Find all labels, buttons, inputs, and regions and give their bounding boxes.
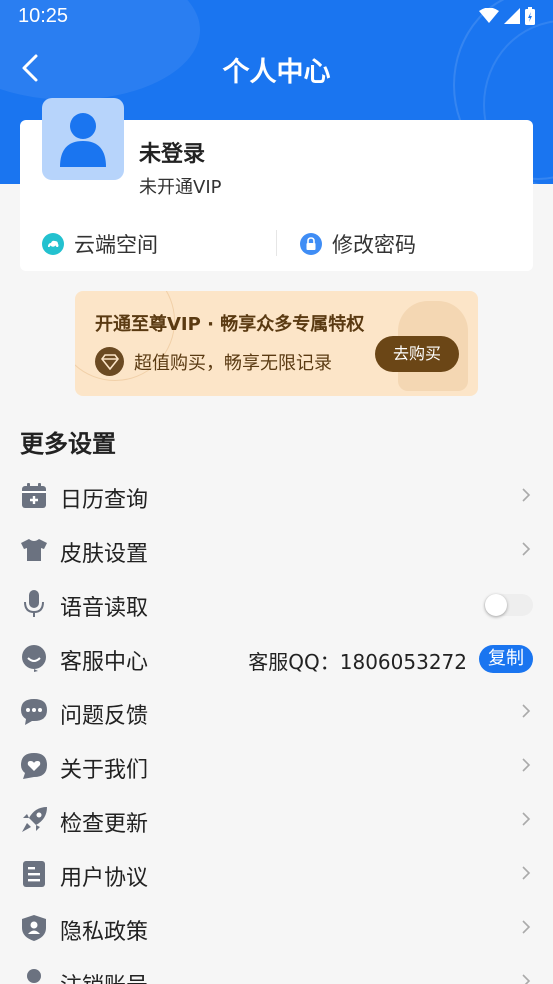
toggle-knob <box>485 594 507 616</box>
battery-icon <box>525 7 535 25</box>
user-icon <box>60 113 106 167</box>
avatar[interactable] <box>42 98 124 180</box>
status-bar: 10:25 <box>0 0 553 34</box>
vip-banner-title: 开通至尊VIP · 畅享众多专属特权 <box>95 314 365 335</box>
change-password-label: 修改密码 <box>332 233 416 257</box>
wifi-icon <box>479 8 499 23</box>
menu-item-label: 用户协议 <box>60 866 149 891</box>
menu-item-label: 日历查询 <box>60 488 149 513</box>
signal-icon <box>504 8 520 24</box>
menu-item-label: 注销账号 <box>60 968 148 984</box>
menu-item-label: 客服中心 <box>60 650 149 675</box>
menu-item-label: 问题反馈 <box>60 704 149 729</box>
menu-item-check-update[interactable]: 检查更新 <box>0 794 553 848</box>
menu-item-user-agreement[interactable]: 用户协议 <box>0 848 553 902</box>
agreement-icon <box>20 860 48 888</box>
login-status[interactable]: 未登录 <box>139 136 205 168</box>
card-divider <box>276 230 277 256</box>
vip-status: 未开通VIP <box>139 177 222 198</box>
menu-item-about[interactable]: 关于我们 <box>0 740 553 794</box>
cloud-space-button[interactable]: 云端空间 <box>42 228 158 260</box>
privacy-shield-icon <box>20 914 48 942</box>
vip-banner[interactable]: 开通至尊VIP · 畅享众多专属特权 超值购买，畅享无限记录 去购买 <box>75 291 478 396</box>
cloud-space-label: 云端空间 <box>74 233 158 257</box>
customer-service-icon <box>20 644 48 672</box>
change-password-button[interactable]: 修改密码 <box>300 228 416 260</box>
user-icon <box>20 968 48 984</box>
vip-banner-subtitle-row: 超值购买，畅享无限记录 <box>95 347 332 376</box>
menu-item-delete-account[interactable]: 注销账号 <box>0 956 553 984</box>
menu-item-label: 关于我们 <box>60 758 149 783</box>
menu-item-label: 皮肤设置 <box>60 542 149 567</box>
page-title: 个人中心 <box>222 57 331 88</box>
cloud-icon <box>42 233 64 255</box>
lock-icon <box>300 233 322 255</box>
vip-banner-subtitle: 超值购买，畅享无限记录 <box>134 352 332 374</box>
chevron-right-icon <box>522 812 531 826</box>
menu-item-label: 检查更新 <box>60 812 149 837</box>
menu-item-label: 隐私政策 <box>60 920 149 945</box>
chevron-right-icon <box>522 866 531 880</box>
menu-item-label: 语音读取 <box>60 596 149 621</box>
menu-item-privacy-policy[interactable]: 隐私政策 <box>0 902 553 956</box>
voice-toggle[interactable] <box>484 594 533 616</box>
copy-button[interactable]: 复制 <box>479 645 533 673</box>
feedback-icon <box>20 698 48 726</box>
heart-bubble-icon <box>20 752 48 780</box>
calendar-icon <box>20 482 48 510</box>
chevron-right-icon <box>522 488 531 502</box>
microphone-icon <box>20 590 48 618</box>
menu-item-feedback[interactable]: 问题反馈 <box>0 686 553 740</box>
chevron-right-icon <box>522 920 531 934</box>
shirt-icon <box>20 536 48 564</box>
buy-button[interactable]: 去购买 <box>375 336 459 372</box>
diamond-icon <box>95 347 124 376</box>
chevron-right-icon <box>522 542 531 556</box>
chevron-right-icon <box>522 758 531 772</box>
menu-item-voice[interactable]: 语音读取 <box>0 578 553 632</box>
chevron-right-icon <box>522 704 531 718</box>
chevron-right-icon <box>522 974 531 984</box>
customer-service-qq: 客服QQ：1806053272 <box>248 650 467 674</box>
menu-item-customer-service[interactable]: 客服中心 客服QQ：1806053272 复制 <box>0 632 553 686</box>
menu-item-calendar[interactable]: 日历查询 <box>0 470 553 524</box>
section-title: 更多设置 <box>20 430 116 458</box>
menu-item-skin[interactable]: 皮肤设置 <box>0 524 553 578</box>
status-icons <box>479 7 535 25</box>
rocket-icon <box>20 806 48 834</box>
status-time: 10:25 <box>18 5 69 27</box>
